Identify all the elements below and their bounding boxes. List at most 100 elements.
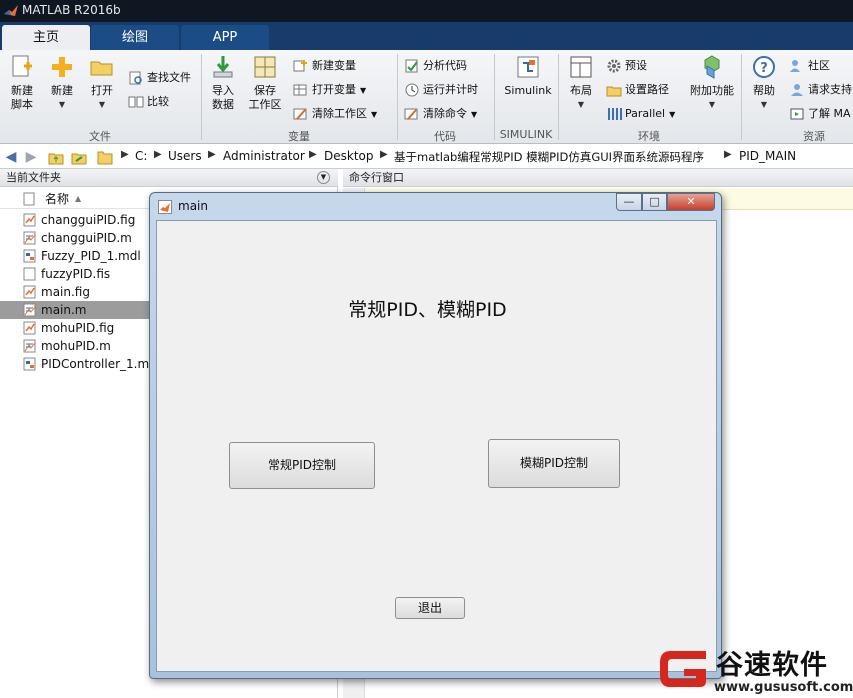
clear-workspace-button[interactable]: 清除工作区 ▼: [293, 104, 377, 124]
chevron-down-icon: ▼: [471, 110, 478, 119]
set-path-icon: [606, 86, 622, 97]
conventional-pid-button[interactable]: 常规PID控制: [229, 442, 375, 489]
command-window-header: 命令行窗口: [343, 169, 853, 187]
group-label-variable: 变量: [288, 130, 310, 143]
current-folder-title: 当前文件夹: [6, 171, 61, 184]
help-button[interactable]: ? 帮助 ▼: [744, 54, 784, 112]
up-folder-icon[interactable]: [47, 148, 65, 166]
open-variable-icon: [293, 84, 307, 96]
request-support-button[interactable]: 请求支持: [789, 80, 852, 100]
breadcrumb-separator-icon: ▶: [154, 149, 162, 160]
back-arrow-icon[interactable]: ◀: [2, 148, 20, 166]
watermark-logo: 谷速软件 www.gususoft.com: [656, 641, 853, 698]
file-name: mohuPID.m: [41, 339, 111, 353]
new-button[interactable]: 新建 ▼: [42, 54, 82, 112]
layout-icon: [570, 56, 592, 78]
file-name: Fuzzy_PID_1.mdl: [41, 249, 141, 263]
mdl-file-icon: [23, 249, 36, 263]
chevron-down-icon: ▼: [98, 100, 106, 109]
breadcrumb[interactable]: Administrator: [223, 149, 305, 163]
file-name: main.m: [41, 303, 87, 317]
community-button[interactable]: 社区: [789, 56, 830, 76]
fis-file-icon: [23, 267, 36, 281]
chevron-down-icon: ▼: [58, 100, 66, 109]
clear-workspace-icon: [293, 108, 307, 120]
community-icon: [790, 60, 800, 72]
minimize-button[interactable]: —: [616, 193, 642, 211]
file-column-icon: [23, 192, 35, 206]
file-name: changguiPID.m: [41, 231, 132, 245]
group-label-resources: 资源: [803, 130, 825, 143]
breadcrumb[interactable]: C:: [135, 149, 147, 163]
compare-button[interactable]: 比较: [128, 92, 169, 112]
breadcrumb[interactable]: 基于matlab编程常规PID 模糊PID仿真GUI界面系统源码程序: [394, 149, 704, 165]
new-variable-button[interactable]: 新建变量: [293, 56, 356, 76]
panel-menu-icon[interactable]: ▼: [317, 171, 330, 184]
browse-folder-icon[interactable]: [70, 148, 88, 166]
find-files-icon: [129, 71, 142, 85]
close-button[interactable]: ✕: [667, 193, 715, 211]
analyze-code-icon: [405, 59, 418, 73]
ribbon-toolbar: 新建 脚本 新建 ▼ 打开 ▼ 查找文件 比较 文件 导入 数据 保存 工作区 …: [0, 50, 853, 144]
app-title: MATLAB R2016b: [22, 3, 121, 17]
save-workspace-button[interactable]: 保存 工作区: [245, 54, 285, 112]
parallel-button[interactable]: Parallel ▼: [606, 104, 675, 124]
learn-matlab-button[interactable]: 了解 MA: [789, 104, 851, 124]
tab-apps[interactable]: APP: [181, 25, 269, 50]
simulink-button[interactable]: Simulink: [502, 54, 554, 98]
gui-heading: 常规PID、模糊PID: [348, 299, 507, 321]
gui-window-title: main: [178, 199, 208, 213]
parallel-icon: [608, 108, 622, 120]
help-icon: ?: [753, 56, 775, 78]
exit-button[interactable]: 退出: [395, 597, 465, 619]
breadcrumb[interactable]: Users: [168, 149, 202, 163]
breadcrumb-separator-icon: ▶: [309, 149, 317, 160]
new-variable-icon: [293, 60, 307, 72]
find-files-button[interactable]: 查找文件: [128, 68, 191, 88]
watermark-brand: 谷速软件: [716, 650, 828, 681]
add-ons-icon: [704, 55, 720, 79]
analyze-code-button[interactable]: 分析代码: [404, 56, 467, 76]
mdl-file-icon: [23, 357, 36, 371]
fuzzy-pid-button[interactable]: 模糊PID控制: [488, 439, 620, 488]
gui-client-area: 常规PID、模糊PID 常规PID控制 模糊PID控制 退出: [156, 220, 717, 672]
breadcrumb-separator-icon: ▶: [121, 149, 129, 160]
new-script-button[interactable]: 新建 脚本: [2, 54, 42, 112]
plus-icon: [52, 57, 72, 77]
gususoft-logo-icon: [660, 651, 706, 687]
compare-icon: [128, 96, 144, 108]
file-name: fuzzyPID.fis: [41, 267, 111, 281]
open-variable-button[interactable]: 打开变量 ▼: [293, 80, 366, 100]
chevron-down-icon: ▼: [708, 100, 716, 109]
support-icon: [791, 84, 803, 96]
matlab-logo-icon: [4, 5, 18, 16]
breadcrumb[interactable]: Desktop: [324, 149, 374, 163]
add-ons-button[interactable]: 附加功能 ▼: [688, 54, 736, 112]
new-script-icon: [12, 55, 32, 77]
address-bar: ◀ ▶ ▶ C: ▶ Users ▶ Administrator ▶ Deskt…: [0, 145, 853, 169]
clear-commands-icon: [404, 108, 418, 120]
folder-open-icon: [90, 61, 113, 76]
preferences-button[interactable]: 预设: [606, 56, 647, 76]
fig-file-icon: [23, 285, 36, 299]
open-button[interactable]: 打开 ▼: [82, 54, 122, 112]
tab-home[interactable]: 主页: [2, 25, 90, 50]
file-name: mohuPID.fig: [41, 321, 115, 335]
file-name: PIDController_1.mc: [41, 357, 156, 371]
clear-commands-button[interactable]: 清除命令 ▼: [404, 104, 477, 124]
import-data-button[interactable]: 导入 数据: [203, 54, 243, 112]
m-file-icon: [23, 339, 36, 353]
layout-button[interactable]: 布局 ▼: [561, 54, 601, 112]
title-bar: MATLAB R2016b: [0, 0, 853, 22]
set-path-button[interactable]: 设置路径: [606, 80, 669, 100]
group-label-code: 代码: [434, 130, 456, 143]
run-and-time-button[interactable]: 运行并计时: [404, 80, 478, 100]
ribbon-tab-strip: 主页 绘图 APP: [0, 22, 853, 50]
group-label-environment: 环境: [638, 130, 660, 143]
file-name: changguiPID.fig: [41, 213, 136, 227]
current-folder-header: 当前文件夹 ▼: [0, 169, 338, 187]
breadcrumb[interactable]: PID_MAIN: [739, 149, 796, 163]
maximize-button[interactable]: □: [642, 193, 667, 211]
forward-arrow-icon[interactable]: ▶: [22, 148, 40, 166]
tab-plots[interactable]: 绘图: [91, 25, 179, 50]
